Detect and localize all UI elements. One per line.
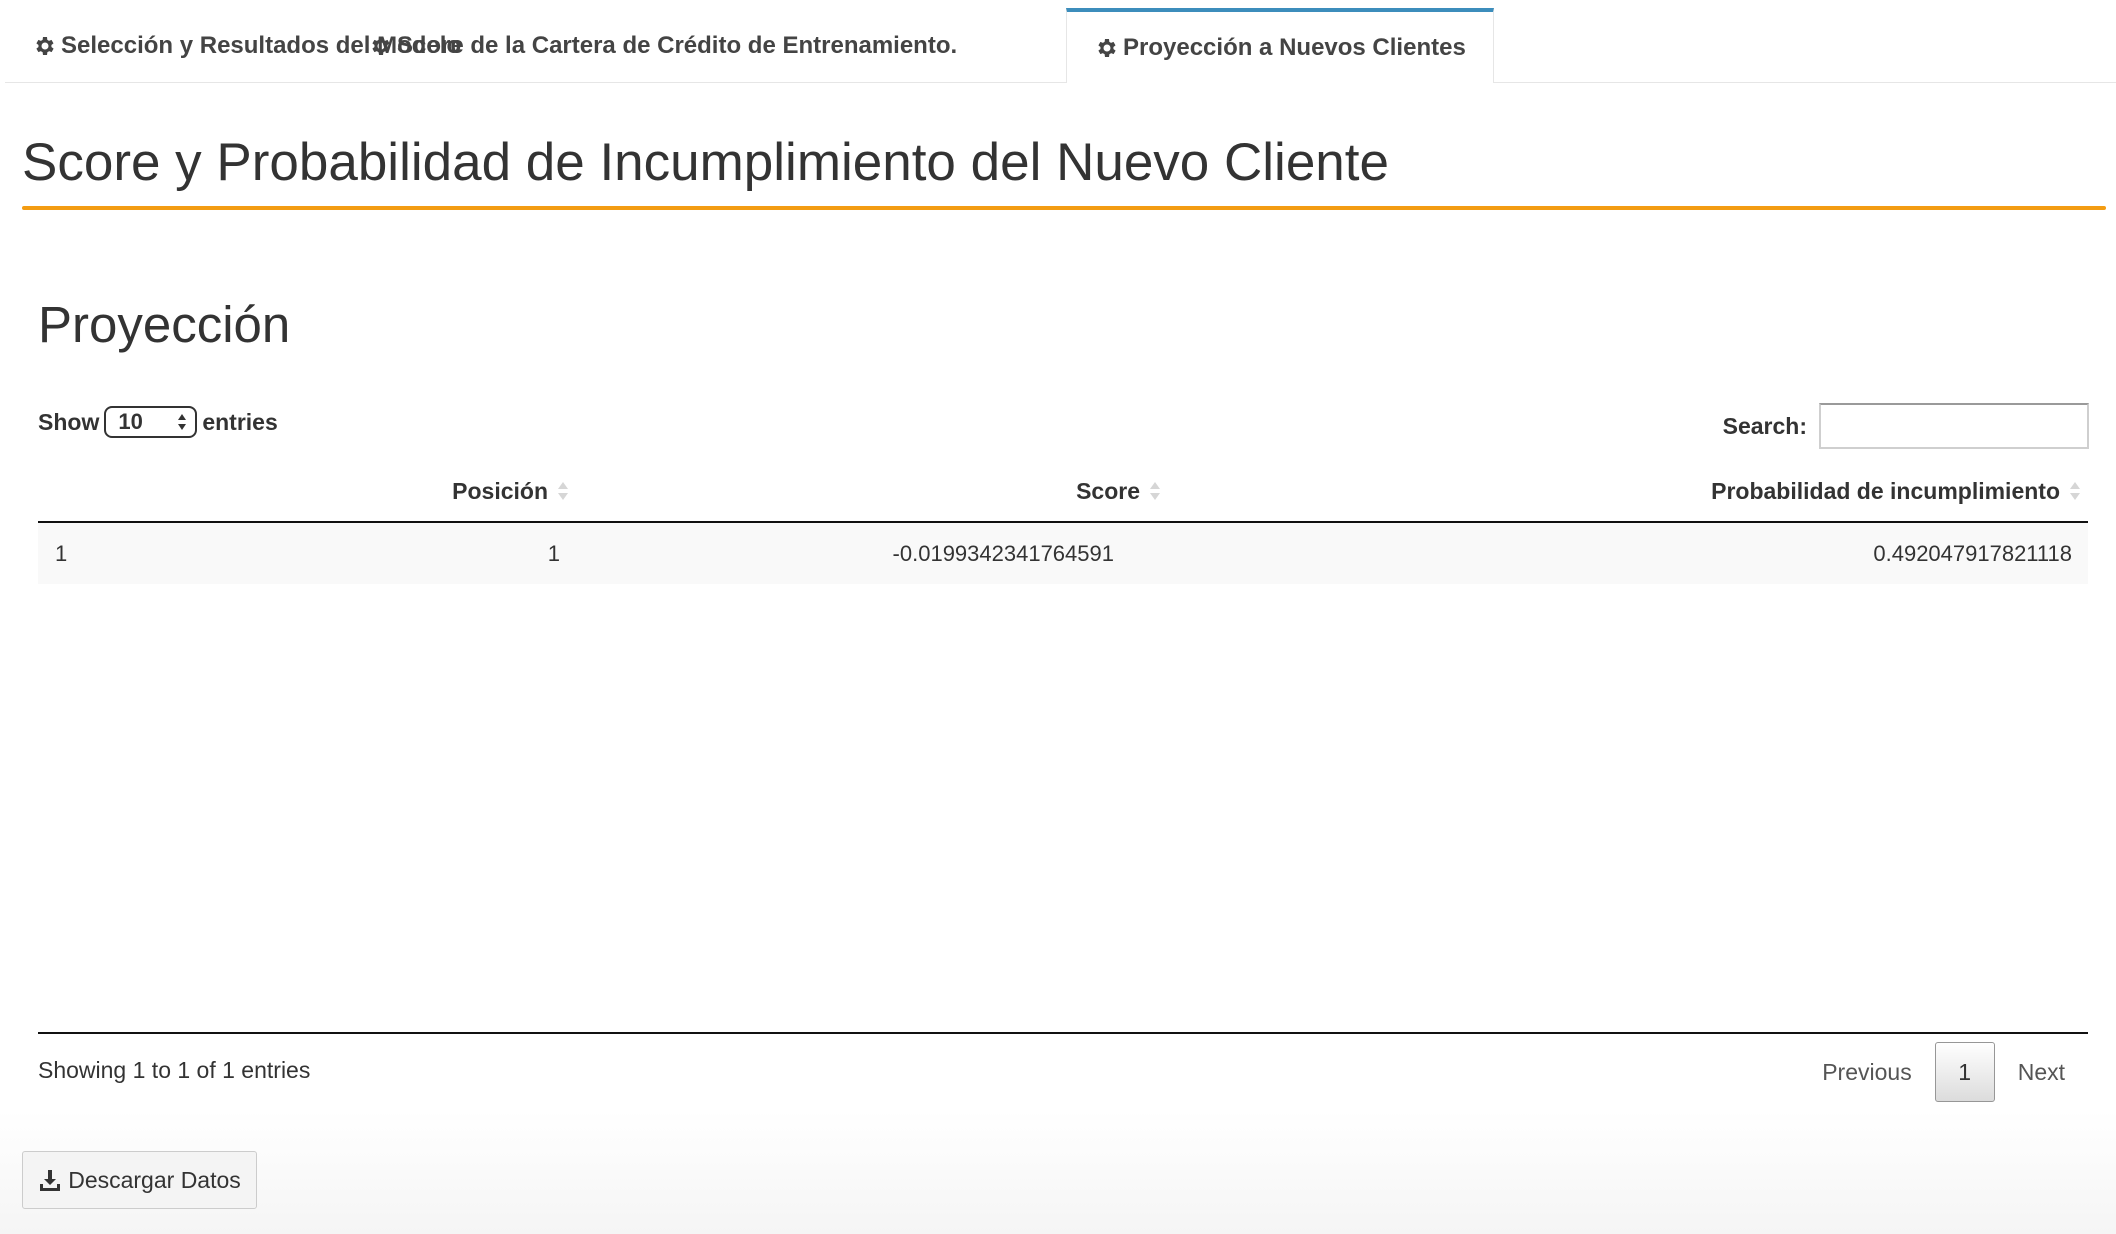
column-header-label: Posición xyxy=(452,477,548,504)
gear-icon xyxy=(36,37,54,55)
gear-icon xyxy=(1098,38,1116,57)
download-icon xyxy=(40,1170,61,1191)
sort-icon xyxy=(2070,482,2080,500)
column-header-label: Score xyxy=(1076,477,1140,504)
tab-training-portfolio-score[interactable]: Score de la Cartera de Crédito de Entren… xyxy=(341,9,984,83)
tab-bar: Selección y Resultados del Modelo Score … xyxy=(5,8,2116,83)
entries-label: entries xyxy=(202,408,278,435)
page-title: Score y Probabilidad de Incumplimiento d… xyxy=(22,133,1389,192)
column-header-probabilidad[interactable]: Probabilidad de incumplimiento xyxy=(1638,462,2082,520)
search-control: Search: xyxy=(1723,403,2089,449)
table-header: Posición Score Probabilidad de incumplim… xyxy=(38,462,2088,523)
previous-page-button[interactable]: Previous xyxy=(1799,1042,1934,1102)
entries-length-control: Show 10 entries xyxy=(38,403,278,441)
cell-probabilidad: 0.492047917821118 xyxy=(1873,540,2072,566)
search-input[interactable] xyxy=(1819,403,2089,449)
gear-icon xyxy=(372,37,390,55)
column-header-posicion[interactable]: Posición xyxy=(338,462,570,520)
search-label: Search: xyxy=(1722,412,1807,439)
tab-new-clients-projection[interactable]: Proyección a Nuevos Clientes xyxy=(1066,8,1494,83)
tab-label: Proyección a Nuevos Clientes xyxy=(1123,33,1466,61)
table-info: Showing 1 to 1 of 1 entries xyxy=(38,1057,311,1083)
sort-icon xyxy=(558,482,568,500)
next-page-button[interactable]: Next xyxy=(1995,1042,2088,1102)
page-background xyxy=(0,1110,2116,1234)
pagination: Previous 1 Next xyxy=(1799,1042,2088,1102)
select-arrows-icon xyxy=(178,414,187,430)
column-header-index xyxy=(38,462,98,520)
download-data-button[interactable]: Descargar Datos xyxy=(22,1151,257,1209)
cell-index: 1 xyxy=(55,540,68,566)
download-label: Descargar Datos xyxy=(68,1166,241,1193)
table-row[interactable]: 1 1 -0.0199342341764591 0.49204791782111… xyxy=(38,523,2088,584)
title-divider xyxy=(22,206,2106,210)
entries-select[interactable]: 10 xyxy=(104,406,198,438)
sort-icon xyxy=(1150,482,1160,500)
page-1-button[interactable]: 1 xyxy=(1934,1042,1995,1102)
cell-score: -0.0199342341764591 xyxy=(892,540,1114,566)
show-label: Show xyxy=(38,408,100,435)
page: Selección y Resultados del Modelo Score … xyxy=(0,0,2116,1234)
section-title: Proyección xyxy=(38,296,291,353)
projection-table: Posición Score Probabilidad de incumplim… xyxy=(38,462,2088,584)
entries-select-value: 10 xyxy=(118,409,143,434)
table-bottom-divider xyxy=(38,1032,2088,1034)
tab-label: Score de la Cartera de Crédito de Entren… xyxy=(397,32,958,59)
cell-posicion: 1 xyxy=(547,540,560,566)
column-header-score[interactable]: Score xyxy=(938,462,1162,520)
column-header-label: Probabilidad de incumplimiento xyxy=(1711,477,2060,504)
